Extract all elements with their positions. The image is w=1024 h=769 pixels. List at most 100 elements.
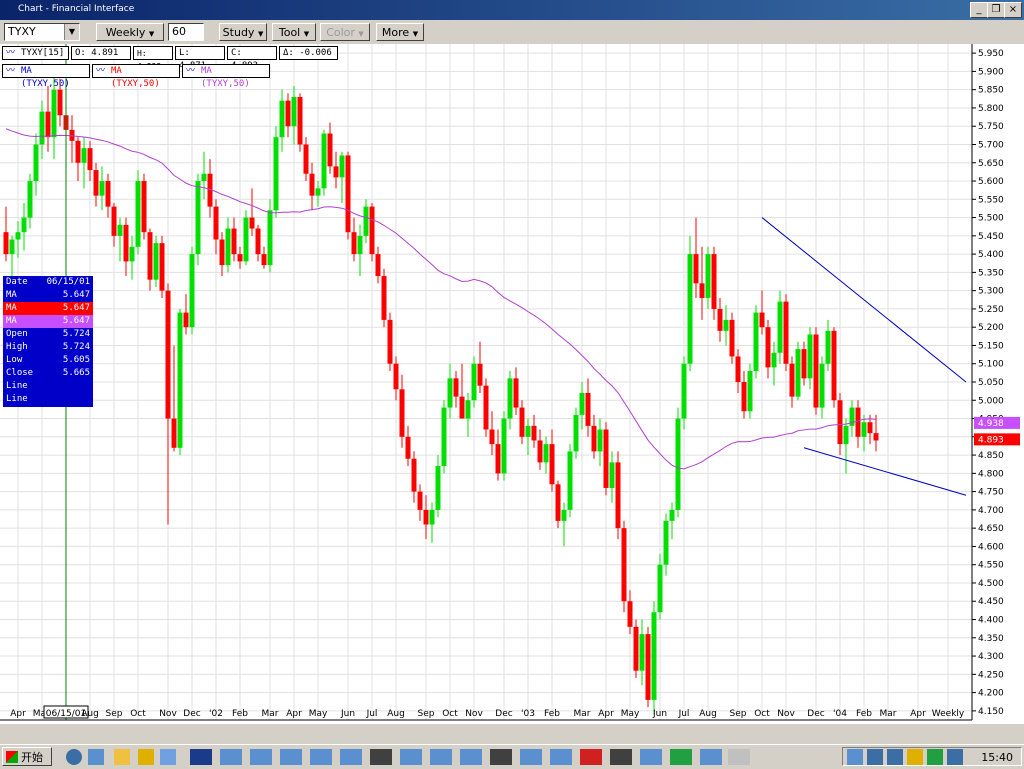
study-menu-button[interactable]: Study ▼ — [219, 23, 267, 41]
network-icon[interactable] — [867, 749, 883, 765]
task-button[interactable] — [400, 749, 422, 765]
price-chart[interactable]: 5.950 5.900 5.850 5.800 5.750 5.700 5.650 5.600… — [0, 44, 1024, 724]
x-tick-label: Jul — [678, 709, 690, 719]
task-button[interactable] — [370, 749, 392, 765]
y-tick-label: 5.250 — [978, 305, 1004, 315]
data-label: Line — [6, 394, 28, 404]
candle-body — [237, 254, 243, 262]
ma-tag-2[interactable]: 〰 MA (TYXY,50) — [92, 64, 180, 89]
task-button[interactable] — [580, 749, 602, 765]
change-value: Δ: -0.006 — [279, 46, 338, 60]
tray-icon[interactable] — [927, 749, 943, 765]
x-tick-label: Apr — [286, 709, 302, 719]
quicklaunch-icon[interactable] — [138, 749, 154, 765]
ma-tag-3[interactable]: 〰 MA (TYXY,50) — [182, 64, 270, 89]
close-value: C: 4.893 — [227, 46, 277, 71]
task-button[interactable] — [460, 749, 482, 765]
candle-body — [75, 140, 81, 163]
task-button[interactable] — [490, 749, 512, 765]
data-label: Close — [6, 368, 34, 378]
minimize-button[interactable]: _ — [970, 2, 988, 18]
x-tick-label: Jul — [366, 709, 378, 719]
more-menu-button[interactable]: More ▼ — [376, 23, 424, 41]
candle-body — [81, 148, 87, 163]
candle-body — [135, 181, 141, 247]
y-tick-label: 5.100 — [978, 360, 1004, 370]
x-tick-label: '04 — [833, 709, 847, 719]
task-button[interactable] — [310, 749, 332, 765]
quote-strip: 〰 TYXY[15] O: 4.891 H: 4.898 L: 4.871 C:… — [0, 44, 340, 89]
candle-body — [543, 444, 549, 463]
task-button[interactable] — [550, 749, 572, 765]
browser-icon[interactable] — [66, 749, 82, 765]
chart-canvas[interactable]: 5.950 5.900 5.850 5.800 5.750 5.700 5.650 5.600… — [0, 44, 1024, 724]
task-button[interactable] — [610, 749, 632, 765]
candle-body — [171, 418, 177, 448]
x-tick-label: Oct — [130, 709, 146, 719]
tool-menu-button[interactable]: Tool ▼ — [272, 23, 316, 41]
email-icon[interactable] — [88, 749, 104, 765]
y-tick-label: 4.200 — [978, 689, 1004, 699]
task-button[interactable] — [520, 749, 542, 765]
candle-body — [303, 144, 309, 174]
candle-body — [453, 378, 459, 397]
start-label: 开始 — [21, 751, 43, 764]
candle-body — [555, 484, 561, 521]
candle-body — [273, 137, 279, 211]
tray-icon[interactable] — [907, 749, 923, 765]
tray-icon[interactable] — [947, 749, 963, 765]
task-button-active[interactable] — [728, 749, 750, 765]
period-label: Weekly — [105, 26, 146, 39]
candle-body — [21, 217, 27, 233]
close-button[interactable]: × — [1004, 2, 1022, 18]
start-button[interactable]: 开始 — [2, 747, 52, 766]
x-tick-label: '02 — [209, 709, 223, 719]
study-label: Study — [222, 26, 255, 39]
task-button[interactable] — [190, 749, 212, 765]
candle-body — [261, 254, 267, 266]
data-row-ma: MA 5.647 — [3, 302, 93, 315]
open-value: O: 4.891 — [71, 46, 131, 60]
candle-body — [813, 334, 819, 408]
candle-body — [387, 319, 393, 364]
x-tick-label: Dec — [807, 709, 824, 719]
data-value: 5.647 — [62, 316, 90, 326]
x-tick-label: Dec — [495, 709, 512, 719]
bars-input[interactable]: 60 — [168, 23, 204, 41]
ma-value-label: 4.938 — [978, 419, 1004, 429]
candle-body — [159, 243, 165, 291]
tray-icon[interactable] — [887, 749, 903, 765]
x-tick-label: Sep — [418, 709, 435, 719]
taskbar: 开始 15:40 — [0, 744, 1024, 769]
candle-body — [465, 400, 471, 419]
folder-icon[interactable] — [114, 749, 130, 765]
candle-body — [141, 181, 147, 233]
quicklaunch-icon[interactable] — [160, 749, 176, 765]
period-dropdown[interactable]: Weekly ▼ — [96, 23, 164, 41]
chevron-down-icon[interactable]: ▼ — [64, 24, 79, 40]
task-button[interactable] — [640, 749, 662, 765]
candle-body — [411, 458, 417, 492]
candle-body — [729, 319, 735, 357]
candle-body — [825, 330, 831, 364]
color-menu-button[interactable]: Color ▼ — [320, 23, 370, 41]
symbol-tag[interactable]: 〰 TYXY[15] — [2, 46, 69, 60]
task-button[interactable] — [280, 749, 302, 765]
data-value: 5.605 — [62, 355, 90, 365]
task-button[interactable] — [250, 749, 272, 765]
ma-tag-1[interactable]: 〰 MA (TYXY,50) — [2, 64, 90, 89]
task-button[interactable] — [700, 749, 722, 765]
candle-body — [801, 349, 807, 379]
task-button[interactable] — [430, 749, 452, 765]
task-button[interactable] — [220, 749, 242, 765]
symbol-input[interactable]: TYXY ▼ — [4, 23, 80, 41]
volume-icon[interactable] — [847, 749, 863, 765]
y-tick-label: 4.250 — [978, 670, 1004, 680]
task-button[interactable] — [670, 749, 692, 765]
candle-body — [255, 228, 261, 255]
task-button[interactable] — [340, 749, 362, 765]
restore-button[interactable]: ❐ — [987, 2, 1005, 18]
data-label: Low — [6, 355, 23, 365]
candle-body — [843, 425, 849, 445]
candle-body — [549, 444, 555, 485]
